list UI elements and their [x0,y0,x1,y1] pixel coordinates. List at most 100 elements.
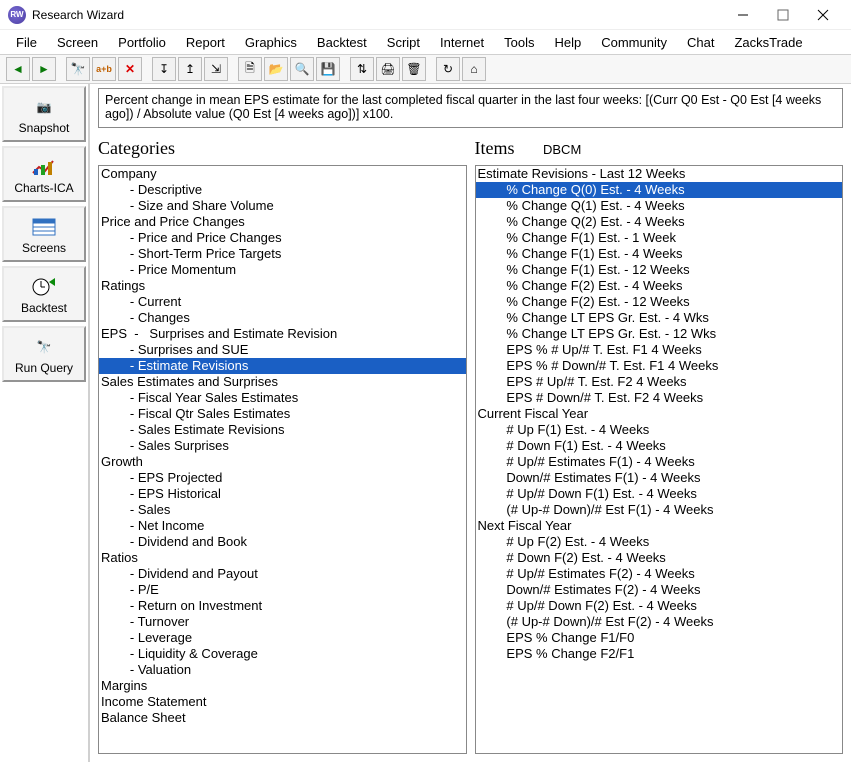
categories-list[interactable]: Company - Descriptive - Size and Share V… [98,165,467,754]
category-row[interactable]: EPS - Surprises and Estimate Revision [99,326,466,342]
category-row[interactable]: Ratios [99,550,466,566]
menu-report[interactable]: Report [178,33,233,52]
category-row[interactable]: - Changes [99,310,466,326]
category-row[interactable]: - EPS Historical [99,486,466,502]
category-row[interactable]: - Short-Term Price Targets [99,246,466,262]
category-row[interactable]: Margins [99,678,466,694]
category-row[interactable]: - Current [99,294,466,310]
category-row[interactable]: - Liquidity & Coverage [99,646,466,662]
item-row[interactable]: Estimate Revisions - Last 12 Weeks [476,166,843,182]
category-row[interactable]: - Sales Estimate Revisions [99,422,466,438]
category-row[interactable]: - Valuation [99,662,466,678]
menu-tools[interactable]: Tools [496,33,542,52]
category-row[interactable]: - Sales [99,502,466,518]
item-row[interactable]: Down/# Estimates F(1) - 4 Weeks [476,470,843,486]
menu-graphics[interactable]: Graphics [237,33,305,52]
toolbar-action-1[interactable]: ↧ [152,57,176,81]
items-list[interactable]: Estimate Revisions - Last 12 Weeks % Cha… [475,165,844,754]
toolbar-action-3[interactable]: ⇲ [204,57,228,81]
category-row[interactable]: Price and Price Changes [99,214,466,230]
item-row[interactable]: EPS % Change F2/F1 [476,646,843,662]
trash-button[interactable]: 🗑 [402,57,426,81]
forward-button[interactable]: ► [32,57,56,81]
item-row[interactable]: % Change F(2) Est. - 4 Weeks [476,278,843,294]
category-row[interactable]: - Fiscal Qtr Sales Estimates [99,406,466,422]
menu-file[interactable]: File [8,33,45,52]
item-row[interactable]: # Up F(1) Est. - 4 Weeks [476,422,843,438]
category-row[interactable]: - Sales Surprises [99,438,466,454]
category-row[interactable]: - P/E [99,582,466,598]
item-row[interactable]: % Change Q(0) Est. - 4 Weeks [476,182,843,198]
item-row[interactable]: # Up/# Estimates F(2) - 4 Weeks [476,566,843,582]
category-row[interactable]: Sales Estimates and Surprises [99,374,466,390]
maximize-button[interactable] [763,1,803,29]
new-doc-button[interactable]: 🗎 [238,57,262,81]
category-row[interactable]: Company [99,166,466,182]
category-row[interactable]: Income Statement [99,694,466,710]
category-row[interactable]: Balance Sheet [99,710,466,726]
item-row[interactable]: % Change F(1) Est. - 4 Weeks [476,246,843,262]
item-row[interactable]: % Change Q(1) Est. - 4 Weeks [476,198,843,214]
category-row[interactable]: - Return on Investment [99,598,466,614]
menu-community[interactable]: Community [593,33,675,52]
category-row[interactable]: - Turnover [99,614,466,630]
item-row[interactable]: # Up/# Estimates F(1) - 4 Weeks [476,454,843,470]
formula-button[interactable]: a+b [92,57,116,81]
menu-chat[interactable]: Chat [679,33,722,52]
category-row[interactable]: - Price and Price Changes [99,230,466,246]
item-row[interactable]: % Change F(2) Est. - 12 Weeks [476,294,843,310]
sort-button[interactable]: ⇅ [350,57,374,81]
item-row[interactable]: # Up F(2) Est. - 4 Weeks [476,534,843,550]
category-row[interactable]: - Size and Share Volume [99,198,466,214]
item-row[interactable]: % Change LT EPS Gr. Est. - 12 Wks [476,326,843,342]
item-row[interactable]: # Up/# Down F(2) Est. - 4 Weeks [476,598,843,614]
category-row[interactable]: - Leverage [99,630,466,646]
sidebar-runquery[interactable]: 🔭 Run Query [2,326,86,382]
save-button[interactable]: 💾 [316,57,340,81]
item-row[interactable]: EPS % # Down/# T. Est. F1 4 Weeks [476,358,843,374]
item-row[interactable]: EPS % # Up/# T. Est. F1 4 Weeks [476,342,843,358]
item-row[interactable]: EPS # Down/# T. Est. F2 4 Weeks [476,390,843,406]
category-row[interactable]: - Dividend and Payout [99,566,466,582]
menu-help[interactable]: Help [546,33,589,52]
item-row[interactable]: % Change F(1) Est. - 1 Week [476,230,843,246]
category-row[interactable]: Growth [99,454,466,470]
menu-zackstrade[interactable]: ZacksTrade [726,33,810,52]
item-row[interactable]: # Up/# Down F(1) Est. - 4 Weeks [476,486,843,502]
menu-portfolio[interactable]: Portfolio [110,33,174,52]
category-row[interactable]: - EPS Projected [99,470,466,486]
category-row[interactable]: - Fiscal Year Sales Estimates [99,390,466,406]
find-doc-button[interactable]: 🔍 [290,57,314,81]
item-row[interactable]: Next Fiscal Year [476,518,843,534]
delete-button[interactable]: ✕ [118,57,142,81]
back-button[interactable]: ◄ [6,57,30,81]
item-row[interactable]: # Down F(1) Est. - 4 Weeks [476,438,843,454]
category-row[interactable]: - Net Income [99,518,466,534]
sidebar-snapshot[interactable]: 📷 Snapshot [2,86,86,142]
category-row[interactable]: - Dividend and Book [99,534,466,550]
home-button[interactable]: ⌂ [462,57,486,81]
open-button[interactable]: 📂 [264,57,288,81]
category-row[interactable]: - Surprises and SUE [99,342,466,358]
menu-internet[interactable]: Internet [432,33,492,52]
menu-script[interactable]: Script [379,33,428,52]
category-row[interactable]: Ratings [99,278,466,294]
minimize-button[interactable] [723,1,763,29]
item-row[interactable]: % Change F(1) Est. - 12 Weeks [476,262,843,278]
category-row[interactable]: - Descriptive [99,182,466,198]
item-row[interactable]: EPS # Up/# T. Est. F2 4 Weeks [476,374,843,390]
print-button[interactable]: 🖨 [376,57,400,81]
item-row[interactable]: % Change Q(2) Est. - 4 Weeks [476,214,843,230]
sidebar-backtest[interactable]: Backtest [2,266,86,322]
refresh-button[interactable]: ↻ [436,57,460,81]
sidebar-screens[interactable]: Screens [2,206,86,262]
close-button[interactable] [803,1,843,29]
item-row[interactable]: EPS % Change F1/F0 [476,630,843,646]
category-row[interactable]: - Price Momentum [99,262,466,278]
item-row[interactable]: % Change LT EPS Gr. Est. - 4 Wks [476,310,843,326]
item-row[interactable]: # Down F(2) Est. - 4 Weeks [476,550,843,566]
item-row[interactable]: Down/# Estimates F(2) - 4 Weeks [476,582,843,598]
category-row[interactable]: - Estimate Revisions [99,358,466,374]
toolbar-action-2[interactable]: ↥ [178,57,202,81]
search-button[interactable]: 🔭 [66,57,90,81]
